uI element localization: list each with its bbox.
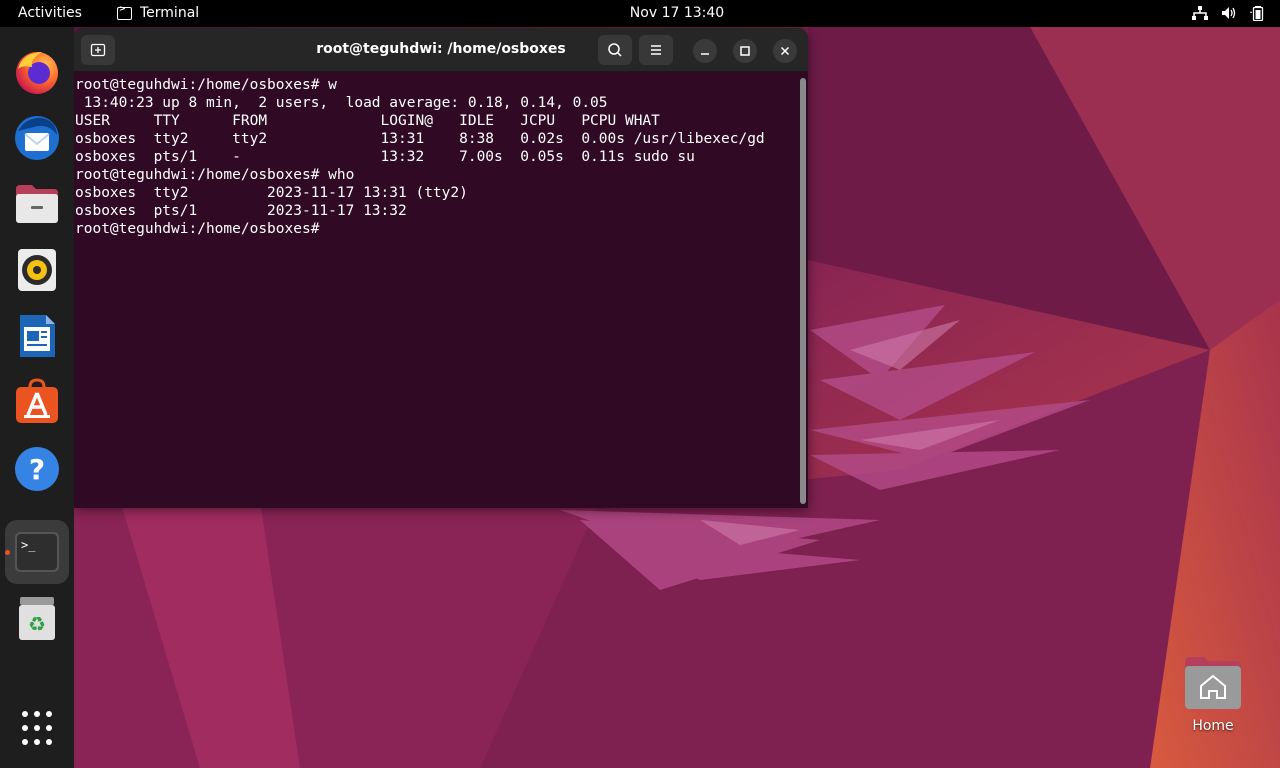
terminal-line: root@teguhdwi:/home/osboxes# who xyxy=(75,167,355,183)
files-icon xyxy=(16,185,58,223)
software-icon xyxy=(16,378,58,423)
dock: ? >_ ♻ xyxy=(0,27,74,768)
writer-icon xyxy=(20,315,55,357)
dock-terminal[interactable]: >_ xyxy=(5,520,69,584)
volume-icon xyxy=(1221,6,1237,20)
header-bar[interactable]: root@teguhdwi: /home/osboxes xyxy=(74,28,808,72)
home-folder-icon xyxy=(1185,657,1241,709)
terminal-icon: >_ xyxy=(15,532,59,572)
terminal-scrollbar[interactable] xyxy=(800,78,806,504)
terminal-line: osboxes pts/1 - 13:32 7.00s 0.05s 0.11s … xyxy=(75,149,695,165)
dock-trash[interactable]: ♻ xyxy=(12,593,62,643)
terminal-prompt: root@teguhdwi:/home/osboxes# xyxy=(75,221,329,237)
dock-help[interactable]: ? xyxy=(12,444,62,494)
hamburger-icon xyxy=(651,45,661,55)
svg-text:?: ? xyxy=(29,453,45,486)
dock-software[interactable] xyxy=(12,377,62,427)
maximize-button[interactable] xyxy=(733,39,757,63)
dock-firefox[interactable] xyxy=(12,47,62,97)
system-tray[interactable] xyxy=(1192,5,1266,21)
app-grid-icon xyxy=(22,711,52,745)
close-button[interactable] xyxy=(773,39,797,63)
clock[interactable]: Nov 17 13:40 xyxy=(0,5,1280,21)
terminal-window[interactable]: root@teguhdwi: /home/osboxes root@teguhd… xyxy=(74,28,808,508)
terminal-output[interactable]: root@teguhdwi:/home/osboxes# w 13:40:23 … xyxy=(75,72,797,508)
terminal-line: osboxes tty2 tty2 13:31 8:38 0.02s 0.00s… xyxy=(75,131,765,147)
top-bar: Activities Terminal Nov 17 13:40 xyxy=(0,0,1280,27)
rhythmbox-icon xyxy=(18,249,56,291)
trash-icon: ♻ xyxy=(19,597,55,640)
help-icon: ? xyxy=(15,447,59,491)
terminal-line: osboxes tty2 2023-11-17 13:31 (tty2) xyxy=(75,185,468,201)
svg-text:♻: ♻ xyxy=(28,612,46,636)
search-button[interactable] xyxy=(598,35,632,65)
dock-files[interactable] xyxy=(12,179,62,229)
firefox-icon xyxy=(16,52,58,94)
desktop-home-folder[interactable]: Home xyxy=(1180,654,1246,744)
dock-writer[interactable] xyxy=(12,311,62,361)
dock-rhythmbox[interactable] xyxy=(12,245,62,295)
minimize-button[interactable] xyxy=(693,39,717,63)
terminal-line: 13:40:23 up 8 min, 2 users, load average… xyxy=(75,95,608,111)
running-indicator xyxy=(5,550,10,555)
search-icon xyxy=(608,43,622,57)
minimize-icon xyxy=(701,53,709,55)
home-folder-label: Home xyxy=(1192,718,1234,734)
svg-text:>_: >_ xyxy=(21,538,36,552)
close-icon xyxy=(780,46,790,56)
maximize-icon xyxy=(740,46,750,56)
terminal-line: root@teguhdwi:/home/osboxes# w xyxy=(75,77,337,93)
menu-button[interactable] xyxy=(639,35,673,65)
thunderbird-icon xyxy=(15,116,59,160)
battery-icon xyxy=(1250,5,1266,21)
dock-thunderbird[interactable] xyxy=(12,113,62,163)
terminal-line: USER TTY FROM LOGIN@ IDLE JCPU PCPU WHAT xyxy=(75,113,660,129)
terminal-line: osboxes pts/1 2023-11-17 13:32 xyxy=(75,203,407,219)
network-icon xyxy=(1192,6,1208,20)
show-applications-button[interactable] xyxy=(12,703,62,753)
